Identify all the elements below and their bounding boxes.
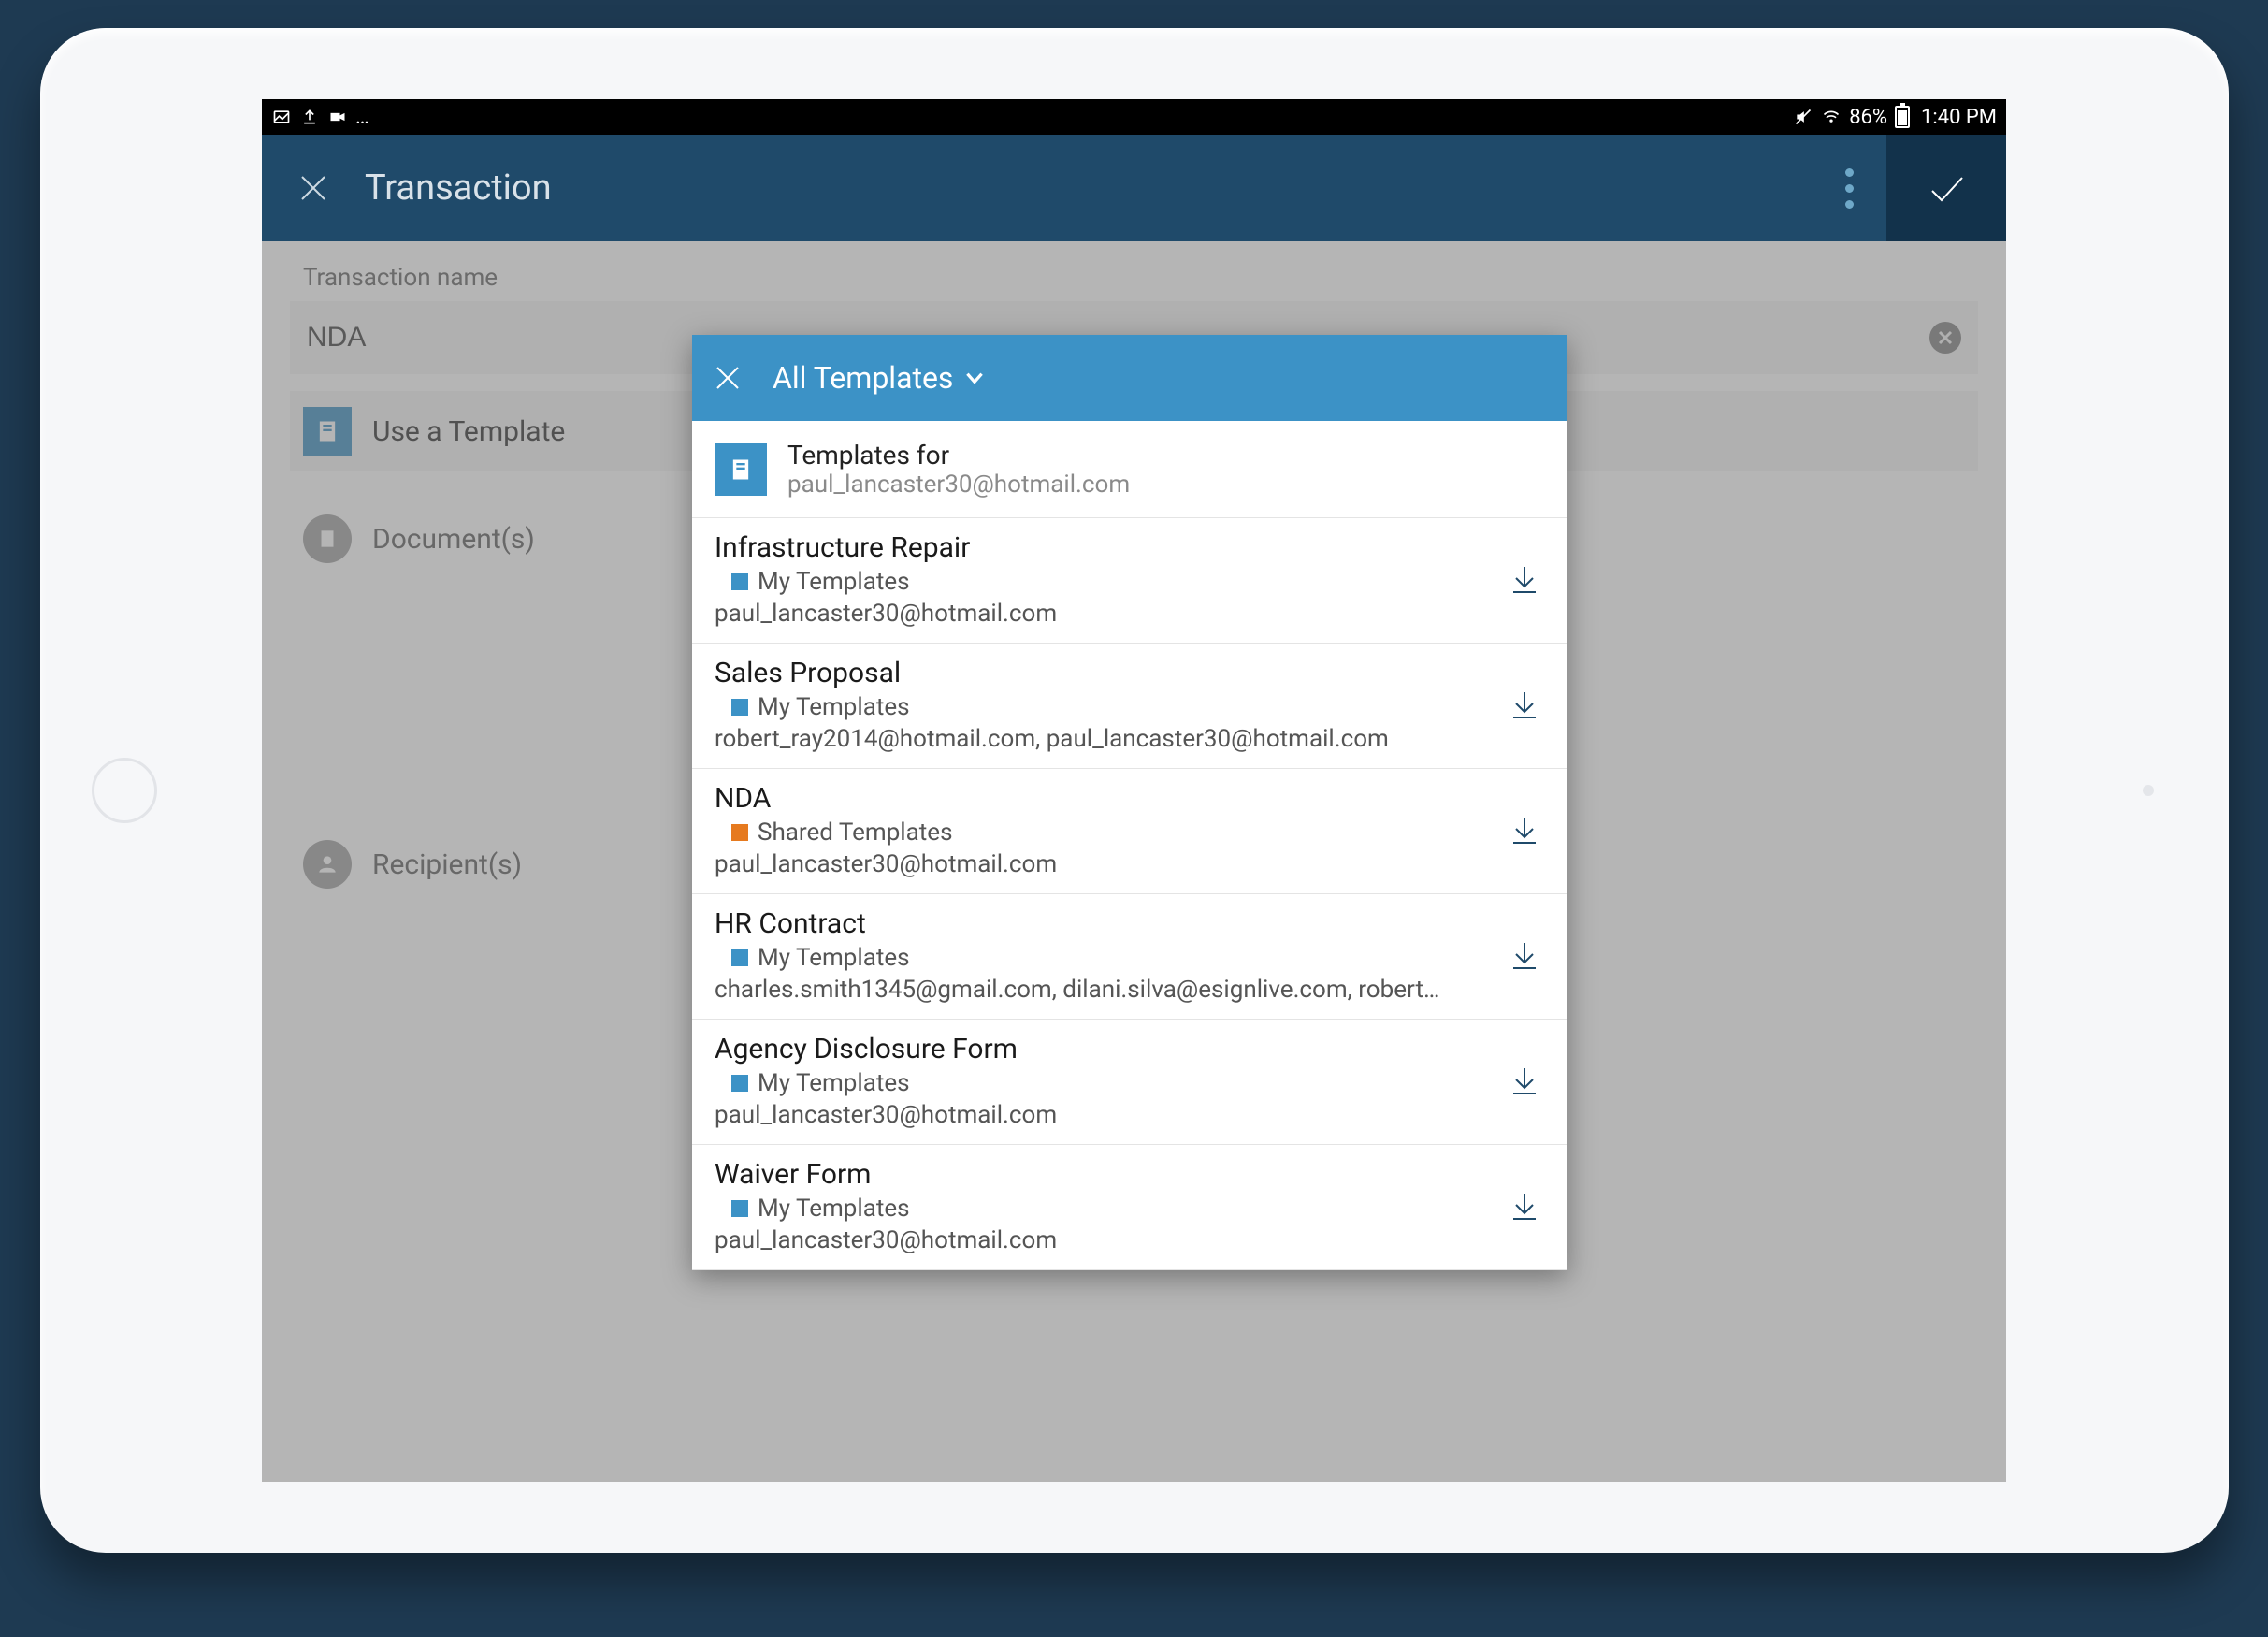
templates-for-label: Templates for bbox=[787, 440, 1130, 471]
overflow-menu-button[interactable] bbox=[1812, 135, 1886, 241]
category-color-icon bbox=[731, 949, 748, 966]
download-button[interactable] bbox=[1508, 688, 1543, 724]
template-category: My Templates bbox=[758, 1195, 910, 1223]
template-category: My Templates bbox=[758, 568, 910, 596]
download-button[interactable] bbox=[1508, 814, 1543, 849]
download-button[interactable] bbox=[1508, 563, 1543, 599]
template-item[interactable]: Infrastructure Repair My Templates paul_la… bbox=[692, 518, 1567, 644]
tablet-home-button[interactable] bbox=[92, 758, 157, 823]
category-color-icon bbox=[731, 699, 748, 716]
template-category-row: My Templates bbox=[731, 693, 1545, 721]
template-emails: robert_ray2014@hotmail.com, paul_lancast… bbox=[715, 725, 1444, 753]
template-name: Sales Proposal bbox=[715, 657, 1545, 689]
download-button[interactable] bbox=[1508, 939, 1543, 975]
template-item[interactable]: Sales Proposal My Templates robert_ray2014… bbox=[692, 644, 1567, 769]
templates-popup: All Templates Templates for paul_lancast… bbox=[692, 335, 1567, 1270]
screen: … 86% 1:40 PM Transaction bbox=[262, 99, 2006, 1482]
popup-title-dropdown[interactable]: All Templates bbox=[773, 360, 987, 396]
popup-title-text: All Templates bbox=[773, 360, 953, 396]
template-emails: charles.smith1345@gmail.com, dilani.silv… bbox=[715, 976, 1444, 1004]
template-category: My Templates bbox=[758, 1069, 910, 1097]
template-category-row: Shared Templates bbox=[731, 818, 1545, 847]
video-icon bbox=[327, 107, 348, 127]
template-item[interactable]: Waiver Form My Templates paul_lancaster30@… bbox=[692, 1145, 1567, 1270]
chevron-down-icon bbox=[962, 366, 987, 390]
mute-icon bbox=[1793, 107, 1813, 127]
download-button[interactable] bbox=[1508, 1065, 1543, 1100]
template-category-row: My Templates bbox=[731, 1069, 1545, 1097]
template-category: Shared Templates bbox=[758, 818, 952, 847]
template-category-row: My Templates bbox=[731, 944, 1545, 972]
wifi-icon bbox=[1821, 107, 1842, 127]
download-button[interactable] bbox=[1508, 1190, 1543, 1225]
close-button[interactable] bbox=[262, 135, 365, 241]
image-icon bbox=[271, 107, 292, 127]
template-name: Waiver Form bbox=[715, 1158, 1545, 1191]
template-category: My Templates bbox=[758, 693, 910, 721]
popup-header: All Templates bbox=[692, 335, 1567, 421]
template-emails: paul_lancaster30@hotmail.com bbox=[715, 1101, 1444, 1129]
template-emails: paul_lancaster30@hotmail.com bbox=[715, 600, 1444, 628]
template-emails: paul_lancaster30@hotmail.com bbox=[715, 1226, 1444, 1254]
template-item[interactable]: Agency Disclosure Form My Templates paul_l… bbox=[692, 1020, 1567, 1145]
tablet-sensor bbox=[2143, 785, 2154, 796]
template-category-row: My Templates bbox=[731, 1195, 1545, 1223]
template-name: HR Contract bbox=[715, 907, 1545, 940]
templates-for-icon bbox=[715, 443, 767, 496]
upload-icon bbox=[299, 107, 320, 127]
tablet-frame: … 86% 1:40 PM Transaction bbox=[40, 28, 2229, 1553]
popup-close-button[interactable] bbox=[709, 359, 746, 397]
category-color-icon bbox=[731, 1200, 748, 1217]
template-item[interactable]: NDA Shared Templates paul_lancaster30@hotm… bbox=[692, 769, 1567, 894]
category-color-icon bbox=[731, 1075, 748, 1092]
template-category-row: My Templates bbox=[731, 568, 1545, 596]
template-item[interactable]: HR Contract My Templates charles.smith1345… bbox=[692, 894, 1567, 1020]
template-emails: paul_lancaster30@hotmail.com bbox=[715, 850, 1444, 878]
template-category: My Templates bbox=[758, 944, 910, 972]
template-name: NDA bbox=[715, 782, 1545, 815]
page-title: Transaction bbox=[365, 167, 552, 209]
battery-icon bbox=[1895, 106, 1910, 128]
template-name: Infrastructure Repair bbox=[715, 531, 1545, 564]
category-color-icon bbox=[731, 573, 748, 590]
more-icon: … bbox=[355, 106, 371, 129]
templates-for-email: paul_lancaster30@hotmail.com bbox=[787, 471, 1130, 499]
android-status-bar: … 86% 1:40 PM bbox=[262, 99, 2006, 135]
battery-percent: 86% bbox=[1849, 106, 1887, 129]
app-header: Transaction bbox=[262, 135, 2006, 241]
category-color-icon bbox=[731, 824, 748, 841]
templates-for-header: Templates for paul_lancaster30@hotmail.c… bbox=[692, 421, 1567, 518]
confirm-button[interactable] bbox=[1886, 135, 2006, 241]
template-name: Agency Disclosure Form bbox=[715, 1033, 1545, 1065]
clock-time: 1:40 PM bbox=[1921, 106, 1997, 129]
templates-list: Infrastructure Repair My Templates paul_la… bbox=[692, 518, 1567, 1270]
